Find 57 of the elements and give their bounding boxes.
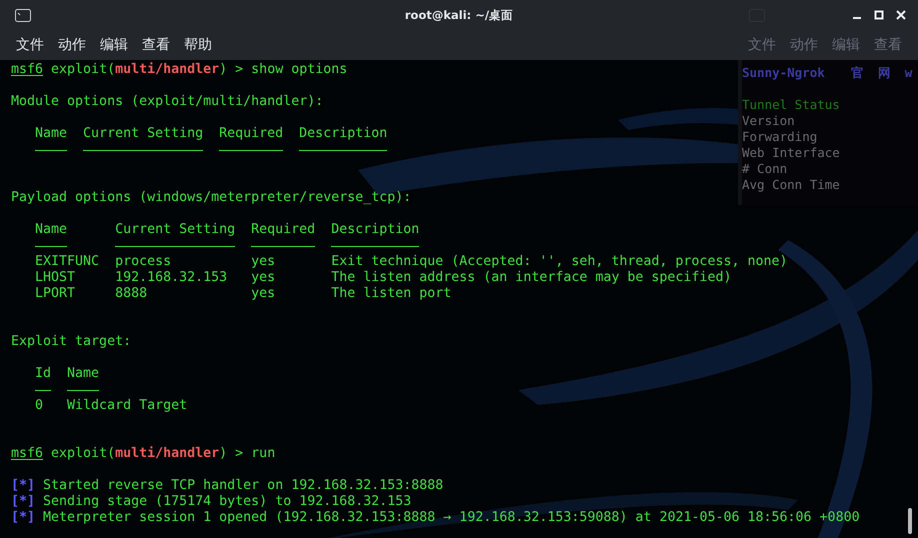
table-cell: EXITFUNC xyxy=(35,254,100,269)
table-cell: Wildcard Target xyxy=(67,398,188,413)
column-header: Name xyxy=(35,126,68,141)
column-header: Current Setting xyxy=(115,222,236,237)
header-text: 官 xyxy=(850,65,864,81)
close-icon[interactable] xyxy=(896,10,906,20)
table-cell: 192.168.32.153 xyxy=(115,270,228,285)
column-header: Required xyxy=(219,126,284,141)
table-cell: The listen port xyxy=(331,286,452,301)
menu-item[interactable]: 帮助 xyxy=(184,36,212,54)
table-cell: 8888 xyxy=(115,286,148,301)
menu-item[interactable]: 编辑 xyxy=(100,36,128,54)
header-text: Sunny-Ngrok xyxy=(742,65,825,81)
table-cell: yes xyxy=(251,254,276,269)
status-label: Avg Conn Time xyxy=(742,177,840,192)
status-label: # Conn xyxy=(742,161,788,176)
column-header: Description xyxy=(331,222,420,237)
table-cell: LHOST xyxy=(35,270,76,285)
table-cell: LPORT xyxy=(35,286,76,301)
status-marker: [*] xyxy=(11,478,36,494)
status-label: Web Interface xyxy=(742,145,840,160)
window-title: root@kali: ~/桌面 xyxy=(404,8,514,22)
table-cell: process xyxy=(115,254,172,269)
output-line: Sending stage (175174 bytes) to 192.168.32.153 xyxy=(43,494,412,510)
scrollbar-thumb[interactable] xyxy=(908,508,912,534)
menu-item[interactable]: 查看 xyxy=(142,36,170,54)
output-line: Started reverse TCP handler on 192.168.32.153:8888 xyxy=(43,478,444,494)
table-cell: Exit technique (Accepted: '', seh, thread, process, none) xyxy=(331,254,788,269)
header-text: 网 xyxy=(878,65,891,81)
column-header: Current Setting xyxy=(83,126,204,141)
column-header: Name xyxy=(35,222,68,237)
command-line: exploit(multi/handler) > show options xyxy=(51,62,348,78)
menu-item[interactable]: 动作 xyxy=(58,36,86,54)
prompt-name: msf6 xyxy=(11,446,44,462)
status-label: Tunnel Status xyxy=(742,97,840,112)
status-label: Version xyxy=(742,113,795,128)
menu-item[interactable]: 文件 xyxy=(16,36,44,54)
table-cell: yes xyxy=(251,270,276,285)
column-header: Id xyxy=(35,366,52,381)
output-line: Module options (exploit/multi/handler): xyxy=(11,94,324,110)
status-marker: [*] xyxy=(11,510,36,526)
output-line: Meterpreter session 1 opened (192.168.32.153:8888 → 192.168.32.153:59088) at 2021-05-06 18:56:06 +0800 xyxy=(43,510,860,526)
table-cell: The listen address (an interface may be specified) xyxy=(331,270,732,285)
table-cell: 0 xyxy=(35,398,44,413)
prompt-name: msf6 xyxy=(11,62,44,78)
command-line: exploit(multi/handler) > run xyxy=(51,446,276,462)
output-line: Payload options (windows/meterpreter/reverse_tcp): xyxy=(11,190,412,206)
output-line: Exploit target: xyxy=(11,334,132,350)
status-label: Forwarding xyxy=(742,129,818,144)
column-header: Required xyxy=(251,222,316,237)
terminal-icon xyxy=(15,8,31,22)
header-text: w xyxy=(904,65,912,81)
maximize-icon[interactable] xyxy=(874,10,884,20)
column-header: Description xyxy=(299,126,388,141)
column-header: Name xyxy=(67,366,100,381)
table-cell: yes xyxy=(251,286,276,301)
status-marker: [*] xyxy=(11,494,36,510)
